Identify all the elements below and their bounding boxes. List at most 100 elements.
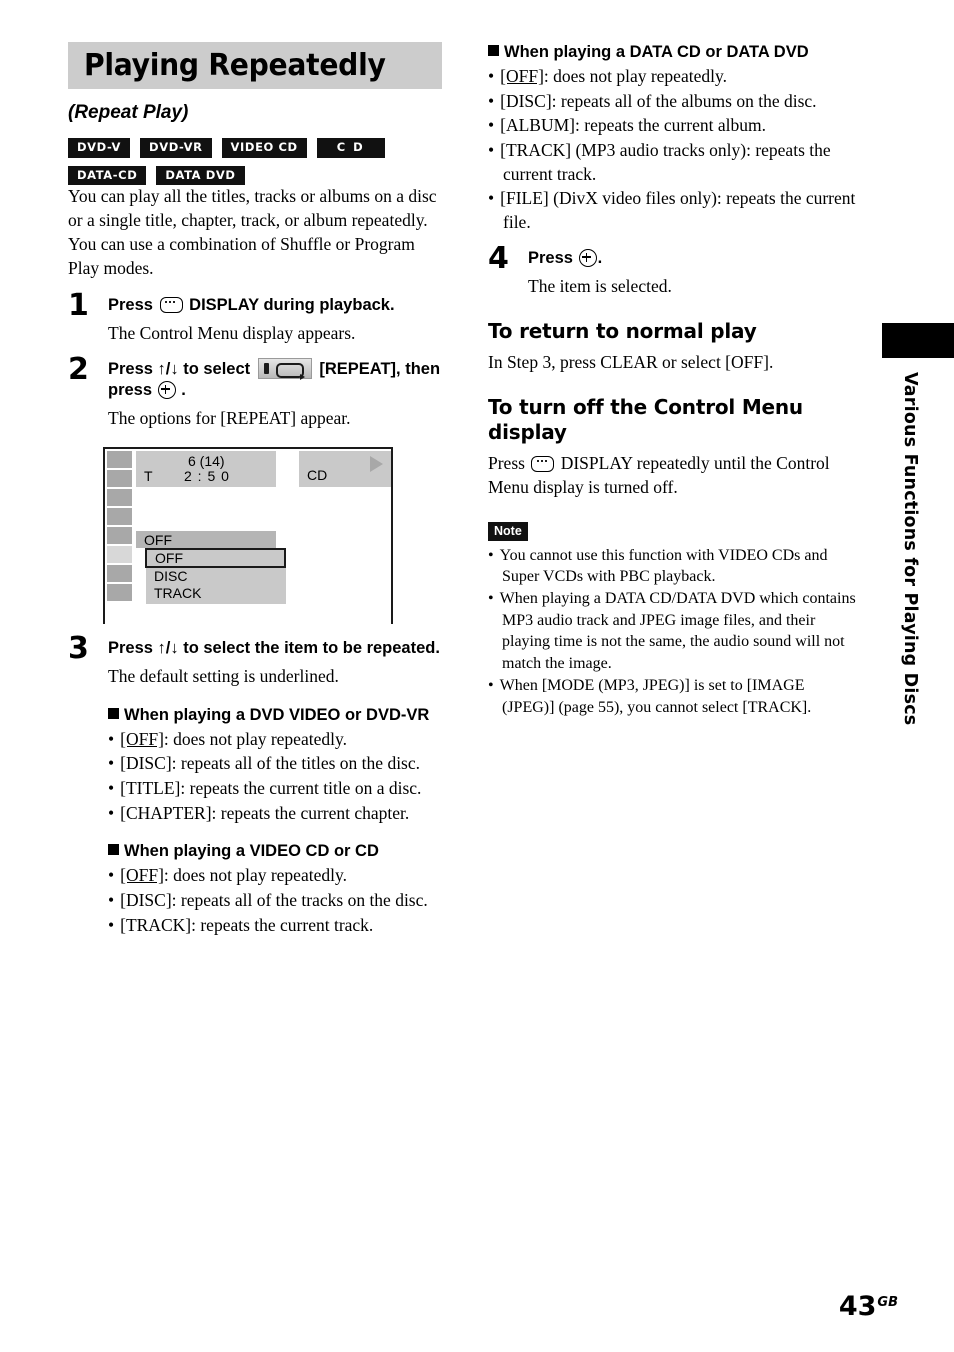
disc-type-badge-row: DVD-V DVD-VR VIDEO CD C D DATA-CD DATA D…: [68, 138, 428, 185]
step-1-heading-prefix: Press: [108, 295, 153, 314]
list-item: [OFF]: does not play repeatedly.: [108, 728, 446, 752]
manual-page: Playing Repeatedly (Repeat Play) DVD-V D…: [0, 0, 954, 1352]
list-item-text: : repeats the current track.: [191, 914, 374, 935]
step-3-heading: Press ↑/↓ to select the item to be repea…: [108, 638, 440, 657]
list-item-key: [TITLE]: [120, 777, 181, 798]
videocd-section-heading: When playing a VIDEO CD or CD: [108, 841, 446, 862]
list-item-text: : repeats all of the tracks on the disc.: [171, 889, 428, 910]
repeat-icon-loop: [275, 363, 305, 381]
list-item: [ALBUM]: repeats the current album.: [488, 114, 858, 138]
list-item-key: [OFF]: [500, 66, 544, 87]
page-number: 43GB: [839, 1293, 898, 1320]
square-bullet-icon: [108, 844, 119, 856]
chapter-thumb-tab: [882, 323, 954, 358]
figure-option-selected[interactable]: OFF: [145, 547, 286, 568]
figure-icon-cell: [107, 564, 132, 582]
turn-off-menu-heading: To turn off the Control Menu display: [488, 395, 803, 444]
page-title: Playing Repeatedly: [84, 48, 386, 83]
note-badge: Note: [488, 522, 528, 541]
display-icon: [531, 456, 555, 473]
figure-current-setting: OFF: [144, 531, 172, 548]
figure-icon-cell: [107, 526, 132, 544]
return-normal-body: In Step 3, press CLEAR or select [OFF].: [488, 352, 774, 373]
datacd-section-heading-text: When playing a DATA CD or DATA DVD: [504, 43, 809, 61]
list-item-key: [ALBUM]: [500, 115, 575, 136]
page-number-suffix: GB: [877, 1295, 898, 1310]
turn-off-menu-body-prefix: Press: [488, 453, 525, 474]
left-column: Playing Repeatedly (Repeat Play) DVD-V D…: [68, 42, 446, 937]
disc-badge-data-dvd: DATA DVD: [156, 165, 245, 185]
repeat-menu-icon: [257, 358, 312, 381]
figure-track-number: 6 (14): [188, 452, 225, 469]
figure-icon-cell: [107, 469, 132, 487]
figure-icon-cell: [107, 583, 132, 601]
figure-icon-column: [107, 450, 132, 603]
section-title-banner: Playing Repeatedly: [68, 42, 442, 89]
dvd-section-heading: When playing a DVD VIDEO or DVD-VR: [108, 705, 446, 726]
figure-option-disc[interactable]: DISC: [146, 568, 286, 585]
list-item: [OFF]: does not play repeatedly.: [108, 864, 446, 888]
figure-disc-info: CD: [299, 450, 391, 487]
step-2-heading-part1: Press ↑/↓ to select: [108, 360, 251, 379]
figure-icon-cell-active: [107, 545, 132, 563]
step-1-heading-suffix: DISPLAY during playback.: [189, 295, 395, 314]
note-item: You cannot use this function with VIDEO …: [488, 545, 858, 588]
list-item-text: : repeats all of the albums on the disc.: [551, 90, 817, 111]
datacd-section-heading: When playing a DATA CD or DATA DVD: [488, 42, 858, 63]
list-item-text: : does not play repeatedly.: [543, 66, 727, 87]
list-item-text: : repeats the current chapter.: [211, 802, 410, 823]
figure-track-info: 6 (14) T 2 : 5 0: [136, 450, 276, 487]
step-4: 4 Press . The item is selected.: [488, 244, 858, 299]
list-item-text: : repeats all of the titles on the disc.: [171, 753, 421, 774]
list-item: [TITLE]: repeats the current title on a …: [108, 777, 446, 801]
repeat-icon-bar: [263, 363, 269, 375]
list-item-key: [DISC]: [120, 889, 172, 910]
datacd-section-list: [OFF]: does not play repeatedly. [DISC]:…: [488, 65, 858, 234]
step-1: 1 Press DISPLAY during playback. The Con…: [68, 290, 446, 346]
step-2-body: The options for [REPEAT] appear.: [108, 408, 351, 429]
section-subtitle: (Repeat Play): [68, 102, 189, 123]
list-item: [DISC]: repeats all of the tracks on the…: [108, 889, 446, 913]
dvd-section-list: [OFF]: does not play repeatedly. [DISC]:…: [108, 728, 446, 826]
list-item-key: [TRACK]: [120, 914, 192, 935]
list-item: [DISC]: repeats all of the titles on the…: [108, 752, 446, 776]
step-3: 3 Press ↑/↓ to select the item to be rep…: [68, 633, 446, 938]
list-item-key: [OFF]: [120, 865, 164, 886]
figure-time-value: 2 : 5 0: [184, 467, 230, 484]
right-column: When playing a DATA CD or DATA DVD [OFF]…: [488, 42, 858, 718]
enter-icon: [157, 381, 176, 400]
step-4-body: The item is selected.: [528, 276, 672, 297]
step-4-heading: Press .: [528, 248, 858, 269]
list-item-key: [TRACK]: [500, 139, 572, 160]
disc-badge-data-cd: DATA-CD: [68, 165, 147, 185]
step-2-number: 2: [68, 352, 89, 388]
list-item: [TRACK]: repeats the current track.: [108, 914, 446, 938]
figure-right-border: [391, 446, 393, 624]
figure-option-track[interactable]: TRACK: [146, 585, 286, 602]
disc-badge-dvd-vr: DVD-VR: [140, 138, 212, 158]
control-menu-figure: 6 (14) T 2 : 5 0 CD OFF OFF DISC TRACK: [103, 446, 393, 624]
turn-off-menu-body: Press DISPLAY repeatedly until the Contr…: [488, 452, 858, 500]
step-4-heading-suffix: .: [597, 249, 603, 268]
list-item-key: [OFF]: [120, 728, 164, 749]
step-2-heading-part3: .: [181, 381, 186, 400]
list-item-key: [FILE]: [500, 188, 549, 209]
figure-icon-cell: [107, 488, 132, 506]
videocd-section-heading-text: When playing a VIDEO CD or CD: [124, 842, 379, 861]
chapter-side-label: Various Functions for Playing Discs: [900, 372, 920, 726]
square-bullet-icon: [488, 45, 499, 56]
list-item-key: [DISC]: [500, 90, 552, 111]
disc-badge-video-cd: VIDEO CD: [221, 138, 307, 158]
figure-current-setting-bar: OFF: [136, 530, 276, 548]
figure-option-list: OFF DISC TRACK: [145, 547, 286, 604]
list-item-key: [DISC]: [120, 753, 172, 774]
display-icon: [159, 296, 183, 313]
list-item-text: (DivX video files only): repeats the cur…: [503, 188, 856, 232]
step-2: 2 Press ↑/↓ to select [REPEAT], then pre…: [68, 355, 446, 431]
note-item: When playing a DATA CD/DATA DVD which co…: [488, 588, 858, 674]
step-1-heading: Press DISPLAY during playback.: [108, 295, 446, 316]
step-3-body: The default setting is underlined.: [108, 665, 339, 686]
figure-icon-cell: [107, 507, 132, 525]
disc-badge-cd: C D: [316, 138, 385, 158]
list-item-text: : does not play repeatedly.: [163, 728, 347, 749]
